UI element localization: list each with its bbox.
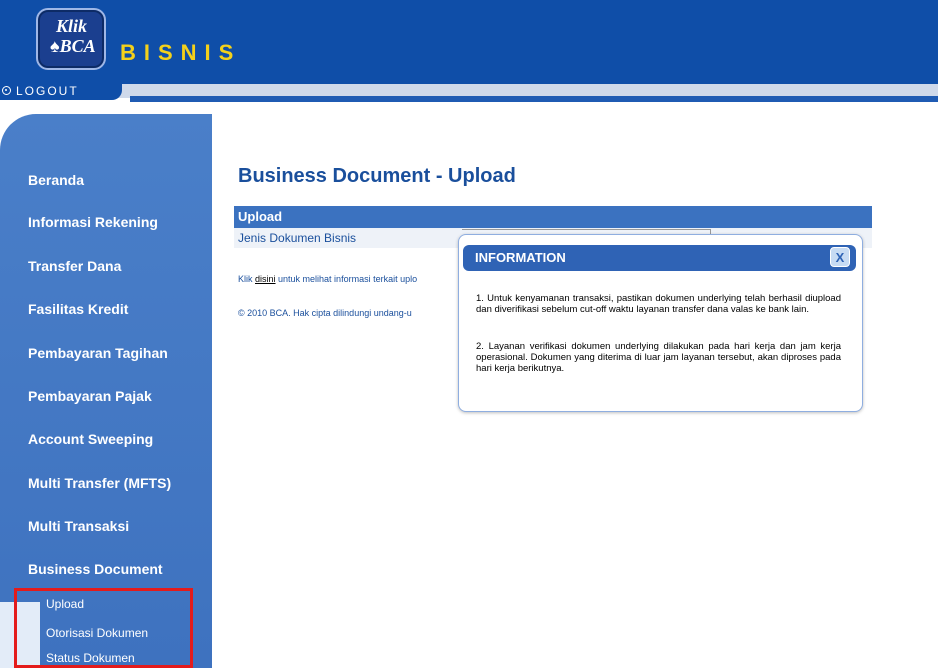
content-clip: Klik disini untuk melihat informasi terk… <box>0 0 460 668</box>
info-link[interactable]: disini <box>255 274 276 284</box>
information-modal: INFORMATION X 1. Untuk kenyamanan transa… <box>458 234 863 412</box>
modal-paragraph-1: 1. Untuk kenyamanan transaksi, pastikan … <box>476 293 841 315</box>
modal-paragraph-2: 2. Layanan verifikasi dokumen underlying… <box>476 341 841 374</box>
modal-header: INFORMATION X <box>463 245 856 271</box>
copyright-text: © 2010 BCA. Hak cipta dilindungi undang-… <box>238 308 412 318</box>
info-text: Klik disini untuk melihat informasi terk… <box>238 274 417 284</box>
modal-title: INFORMATION <box>475 250 566 265</box>
close-button[interactable]: X <box>830 247 850 267</box>
info-prefix: Klik <box>238 274 256 284</box>
info-suffix: untuk melihat informasi terkait uplo <box>275 274 418 284</box>
